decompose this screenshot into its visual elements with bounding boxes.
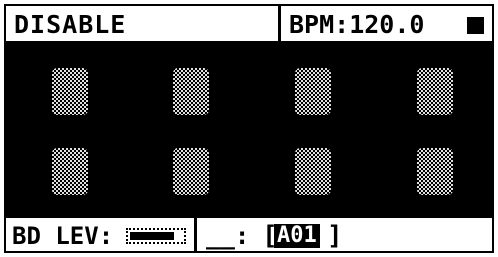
top-divider xyxy=(278,6,281,41)
bottom-divider xyxy=(194,218,197,251)
slot-bracket-close: ] xyxy=(327,221,343,251)
level-meter-fill xyxy=(130,232,174,240)
pad-6[interactable] xyxy=(173,148,209,195)
level-meter[interactable] xyxy=(126,228,186,244)
pad-7[interactable] xyxy=(295,148,331,195)
slot-value[interactable]: A01 xyxy=(274,224,320,248)
device-screen: DISABLE BPM:120.0 BD LEV: __: [ A01 ] xyxy=(4,4,494,253)
pad-1[interactable] xyxy=(52,68,88,115)
pad-4[interactable] xyxy=(417,68,453,115)
pad-3[interactable] xyxy=(295,68,331,115)
parameter-label: BD LEV: xyxy=(12,222,114,250)
pad-grid xyxy=(6,44,492,215)
bottom-status-bar: BD LEV: __: [ A01 ] xyxy=(6,215,492,251)
bpm-readout[interactable]: BPM:120.0 xyxy=(289,10,424,39)
pad-2[interactable] xyxy=(173,68,209,115)
slot-label: __: xyxy=(206,222,250,250)
top-status-bar: DISABLE BPM:120.0 xyxy=(6,6,492,44)
pad-8[interactable] xyxy=(417,148,453,195)
pad-5[interactable] xyxy=(52,148,88,195)
mode-label: DISABLE xyxy=(14,10,127,39)
stop-icon[interactable] xyxy=(467,17,484,34)
